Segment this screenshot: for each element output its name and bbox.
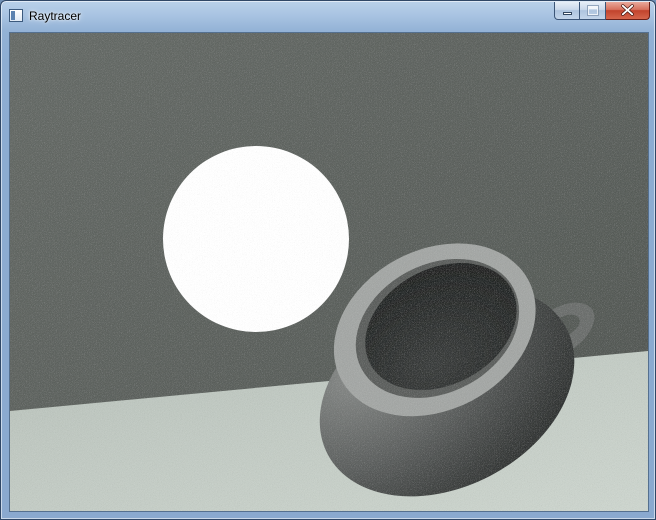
maximize-icon [587, 5, 599, 16]
window-title: Raytracer [29, 9, 82, 23]
caption-buttons [554, 2, 650, 21]
emissive-sphere [163, 146, 349, 332]
minimize-button[interactable] [554, 2, 580, 20]
minimize-icon [563, 12, 572, 15]
raytracer-window: Raytracer [0, 0, 656, 520]
maximize-button[interactable] [580, 2, 606, 20]
rendered-scene [10, 33, 648, 511]
window-app-icon[interactable] [9, 9, 23, 22]
render-viewport[interactable] [9, 32, 649, 512]
title-bar[interactable]: Raytracer [1, 1, 655, 31]
close-icon [621, 4, 634, 16]
close-button[interactable] [606, 2, 650, 20]
